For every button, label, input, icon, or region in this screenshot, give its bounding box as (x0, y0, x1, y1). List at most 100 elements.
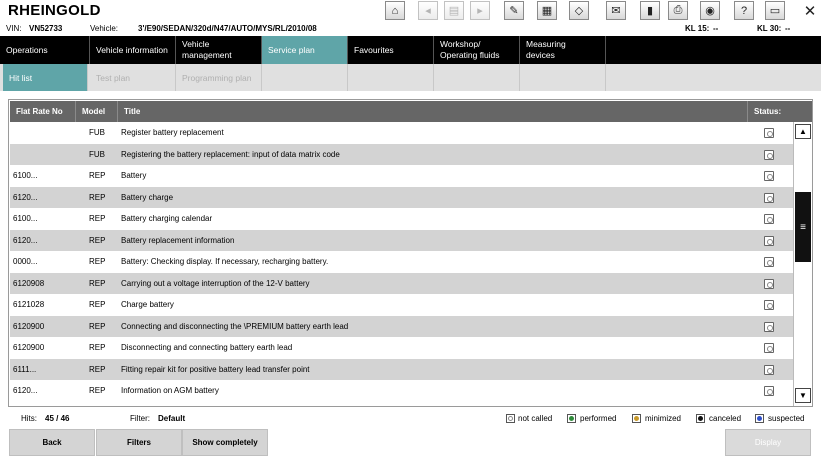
printer-icon[interactable]: ⎙ (668, 1, 688, 20)
table-row[interactable]: 6100... REP Battery charging calendar (10, 208, 793, 230)
table-row[interactable]: 6120900 REP Disconnecting and connecting b… (10, 337, 793, 359)
cell-model: REP (89, 214, 106, 224)
mail-icon[interactable]: ✉ (606, 1, 626, 20)
tab-service-plan[interactable]: Service plan (262, 36, 348, 64)
legend-minimized: minimized (645, 414, 682, 423)
legend-performed: performed (580, 414, 617, 423)
subtab-empty-4 (520, 64, 606, 91)
table-row[interactable]: FUB Registering the battery replacement: … (10, 143, 793, 166)
cell-flat-rate-no: 6121028 (13, 300, 45, 310)
subtab-test-plan[interactable]: Test plan (90, 64, 176, 91)
vehicle-value: 3'/E90/SEDAN/320d/N47/AUTO/MYS/RL/2010/0… (138, 24, 317, 33)
cell-model: FUB (89, 128, 105, 138)
status-not-called-icon (764, 321, 774, 332)
scroll-down-icon[interactable]: ▼ (795, 388, 811, 403)
legend-suspected: suspected (768, 414, 805, 423)
display-button[interactable]: Display (725, 429, 811, 456)
clipboard-icon[interactable]: ▤ (444, 1, 464, 20)
vin-value: VN52733 (29, 24, 63, 33)
cell-flat-rate-no: 6120... (13, 235, 38, 245)
tab-vehicle-management[interactable]: Vehicle management (176, 36, 262, 64)
table-row[interactable]: 6120... REP Battery charge (10, 186, 793, 208)
header-scroll-strip (793, 101, 812, 122)
subtab-empty-2 (348, 64, 434, 91)
measure-icon[interactable]: ◉ (700, 1, 720, 20)
status-performed-icon (567, 414, 576, 423)
status-not-called-icon (764, 214, 774, 224)
sub-tabs: Hit list Test plan Programming plan (0, 64, 821, 91)
window-icon[interactable]: ▭ (765, 1, 785, 20)
cell-title: Information on AGM battery (121, 386, 219, 396)
col-status[interactable]: Status: (748, 101, 793, 122)
cell-title: Fitting repair kit for positive battery … (121, 364, 310, 374)
cell-flat-rate-no (13, 144, 75, 166)
table-row[interactable]: 6120... REP Information on AGM battery (10, 380, 793, 402)
tab-measuring-devices[interactable]: Measuring devices (520, 36, 606, 64)
cell-title: Charge battery (121, 300, 174, 310)
kl15-value: -- (713, 24, 719, 33)
vehicle-label: Vehicle: (90, 24, 119, 33)
scroll-up-icon[interactable]: ▲ (795, 124, 811, 139)
close-icon[interactable]: ✕ (800, 1, 820, 20)
cell-model: REP (89, 364, 106, 374)
battery-icon[interactable]: ▮ (640, 1, 660, 20)
tab-vehicle-information[interactable]: Vehicle information (90, 36, 176, 64)
kl15-label: KL 15: (685, 24, 710, 33)
status-canceled-icon (696, 414, 705, 423)
back-button[interactable]: Back (9, 429, 95, 456)
cell-model: REP (89, 257, 106, 267)
tab-workshop-operating-fluids[interactable]: Workshop/ Operating fluids (434, 36, 520, 64)
cell-title: Disconnecting and connecting battery ear… (121, 343, 293, 353)
help-icon[interactable]: ? (734, 1, 754, 20)
table-row[interactable]: 6111... REP Fitting repair kit for positiv… (10, 358, 793, 380)
wrench-icon[interactable]: ✎ (504, 1, 524, 20)
tag-icon[interactable]: ◇ (569, 1, 589, 20)
scroll-thumb[interactable]: ≡ (795, 192, 811, 262)
cell-title: Battery replacement information (121, 235, 235, 245)
cell-model: REP (89, 278, 106, 288)
tab-favourites[interactable]: Favourites (348, 36, 434, 64)
status-not-called-icon (764, 300, 774, 310)
cell-title: Battery charging calendar (121, 214, 213, 224)
cell-model: REP (89, 321, 106, 331)
col-flat-rate-no[interactable]: Flat Rate No (10, 101, 76, 122)
col-title[interactable]: Title (118, 101, 748, 122)
back-arrow-icon[interactable]: ◂ (418, 1, 438, 20)
cell-model: REP (89, 300, 106, 310)
forward-arrow-icon[interactable]: ▸ (470, 1, 490, 20)
table-header: Flat Rate No Model Title Status: (10, 101, 793, 122)
table-row[interactable]: 0000... REP Battery: Checking display. If … (10, 251, 793, 273)
table-row[interactable]: 6100... REP Battery (10, 165, 793, 187)
status-not-called-icon (764, 278, 774, 289)
tab-operations[interactable]: Operations (0, 36, 90, 64)
col-model[interactable]: Model (76, 101, 118, 122)
calculator-icon[interactable]: ▦ (537, 1, 557, 20)
cell-flat-rate-no: 6100... (13, 171, 38, 181)
cell-model: FUB (89, 149, 105, 159)
status-not-called-icon (764, 149, 774, 160)
cell-flat-rate-no: 6120908 (13, 278, 45, 288)
table-row[interactable]: 6120908 REP Carrying out a voltage interru… (10, 272, 793, 294)
vin-label: VIN: (6, 24, 22, 33)
table-body: FUB Register battery replacement FUB Regist… (10, 122, 793, 406)
hit-list-table: Flat Rate No Model Title Status: FUB Regi… (8, 99, 813, 407)
cell-title: Battery charge (121, 192, 174, 202)
cell-model: REP (89, 235, 106, 245)
app-title: RHEINGOLD (8, 2, 101, 19)
table-row[interactable]: 6121028 REP Charge battery (10, 294, 793, 316)
subtab-hit-list[interactable]: Hit list (3, 64, 88, 91)
cell-model: REP (89, 386, 106, 396)
status-not-called-icon (764, 364, 774, 375)
table-row[interactable]: 6120900 REP Connecting and disconnecting t… (10, 315, 793, 337)
status-minimized-icon (632, 414, 641, 423)
table-row[interactable]: FUB Register battery replacement (10, 122, 793, 144)
show-completely-button[interactable]: Show completely (182, 429, 268, 456)
vertical-scrollbar[interactable]: ▲ ≡ ▼ (793, 122, 812, 406)
home-icon[interactable]: ⌂ (385, 1, 405, 20)
main-tabs: Operations Vehicle information Vehicle m… (0, 36, 821, 64)
subtab-programming-plan[interactable]: Programming plan (176, 64, 262, 91)
table-row[interactable]: 6120... REP Battery replacement informatio… (10, 229, 793, 251)
cell-title: Register battery replacement (121, 128, 224, 138)
filters-button[interactable]: Filters (96, 429, 182, 456)
hits-value: 45 / 46 (45, 414, 70, 423)
